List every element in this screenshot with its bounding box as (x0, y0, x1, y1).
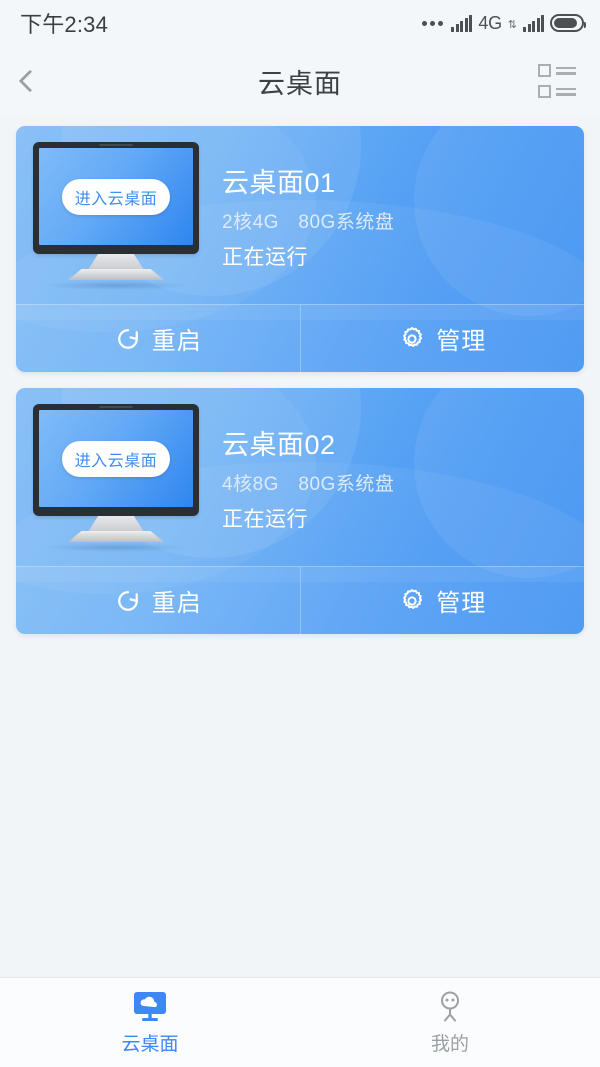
desktop-status: 正在运行 (222, 246, 308, 269)
status-icons: 4G ⇅ (422, 12, 586, 34)
status-bar: 下午2:34 4G ⇅ (0, 0, 600, 46)
monitor-base (68, 269, 164, 280)
card-body: 进入云桌面 云桌面01 2核4G 80G系统盘 正在运行 (16, 126, 584, 304)
data-transfer-arrows-icon: ⇅ (507, 18, 517, 31)
monitor-stand (88, 254, 144, 270)
desktop-title: 云桌面01 (222, 168, 336, 198)
desktop-spec: 2核4G 80G系统盘 (222, 212, 395, 233)
card-body: 进入云桌面 云桌面02 4核8G 80G系统盘 正在运行 (16, 388, 584, 566)
app-screen: 下午2:34 4G ⇅ 云桌面 进入云桌面 云桌面01 2核4G 80G系统盘 … (0, 0, 600, 1067)
status-time: 下午2:34 (20, 12, 109, 37)
desktop-card[interactable]: 进入云桌面 云桌面02 4核8G 80G系统盘 正在运行 重启 管理 (16, 388, 584, 634)
page-title: 云桌面 (258, 68, 342, 99)
monitor-shadow (41, 543, 191, 552)
desktop-card-list: 进入云桌面 云桌面01 2核4G 80G系统盘 正在运行 重启 管理 进入云桌面… (0, 116, 600, 634)
monitor-icon: 进入云桌面 (33, 142, 199, 254)
cloud-desktop-icon (134, 991, 166, 1021)
chevron-left-icon (18, 69, 42, 93)
manage-button[interactable]: 管理 (299, 567, 585, 634)
gear-icon (403, 588, 423, 609)
monitor-illustration: 进入云桌面 (16, 142, 216, 290)
monitor-shadow (41, 281, 191, 290)
enter-desktop-button[interactable]: 进入云桌面 (61, 178, 171, 215)
tab-label-cloud-desktop: 云桌面 (121, 1033, 179, 1055)
desktop-spec: 4核8G 80G系统盘 (222, 474, 395, 495)
tab-label-mine: 我的 (430, 1033, 469, 1055)
signal-bars-icon (451, 14, 473, 32)
restart-button[interactable]: 重启 (16, 305, 300, 372)
bottom-tab-bar: 云桌面 我的 (0, 977, 600, 1067)
desktop-title: 云桌面02 (222, 430, 336, 460)
monitor-stand (88, 516, 144, 532)
restart-label: 重启 (151, 590, 202, 617)
tab-cloud-desktop[interactable]: 云桌面 (0, 978, 300, 1067)
signal-bars-2-icon (523, 14, 544, 32)
desktop-info: 云桌面01 2核4G 80G系统盘 正在运行 (216, 161, 584, 271)
restart-button[interactable]: 重启 (16, 567, 300, 634)
restart-label: 重启 (151, 328, 202, 355)
manage-button[interactable]: 管理 (299, 305, 585, 372)
more-dots-icon (422, 20, 444, 26)
battery-icon (550, 14, 586, 32)
desktop-info: 云桌面02 4核8G 80G系统盘 正在运行 (216, 423, 584, 533)
page-header: 云桌面 (0, 46, 600, 116)
desktop-card[interactable]: 进入云桌面 云桌面01 2核4G 80G系统盘 正在运行 重启 管理 (16, 126, 584, 372)
monitor-icon: 进入云桌面 (33, 404, 199, 516)
gear-icon (403, 326, 423, 347)
monitor-illustration: 进入云桌面 (16, 404, 216, 552)
desktop-status: 正在运行 (222, 508, 308, 531)
tab-mine[interactable]: 我的 (300, 978, 600, 1067)
restart-icon (117, 328, 138, 349)
monitor-screen: 进入云桌面 (39, 148, 193, 245)
manage-label: 管理 (436, 328, 487, 355)
restart-icon (117, 590, 138, 611)
card-actions: 重启 管理 (16, 304, 584, 372)
card-actions: 重启 管理 (16, 566, 584, 634)
person-icon (441, 991, 459, 1021)
monitor-base (68, 531, 164, 542)
monitor-screen: 进入云桌面 (39, 410, 193, 507)
manage-label: 管理 (436, 590, 487, 617)
network-type-label: 4G (478, 12, 502, 33)
list-view-icon[interactable] (538, 64, 578, 98)
enter-desktop-button[interactable]: 进入云桌面 (61, 440, 171, 477)
back-button[interactable] (18, 61, 62, 101)
